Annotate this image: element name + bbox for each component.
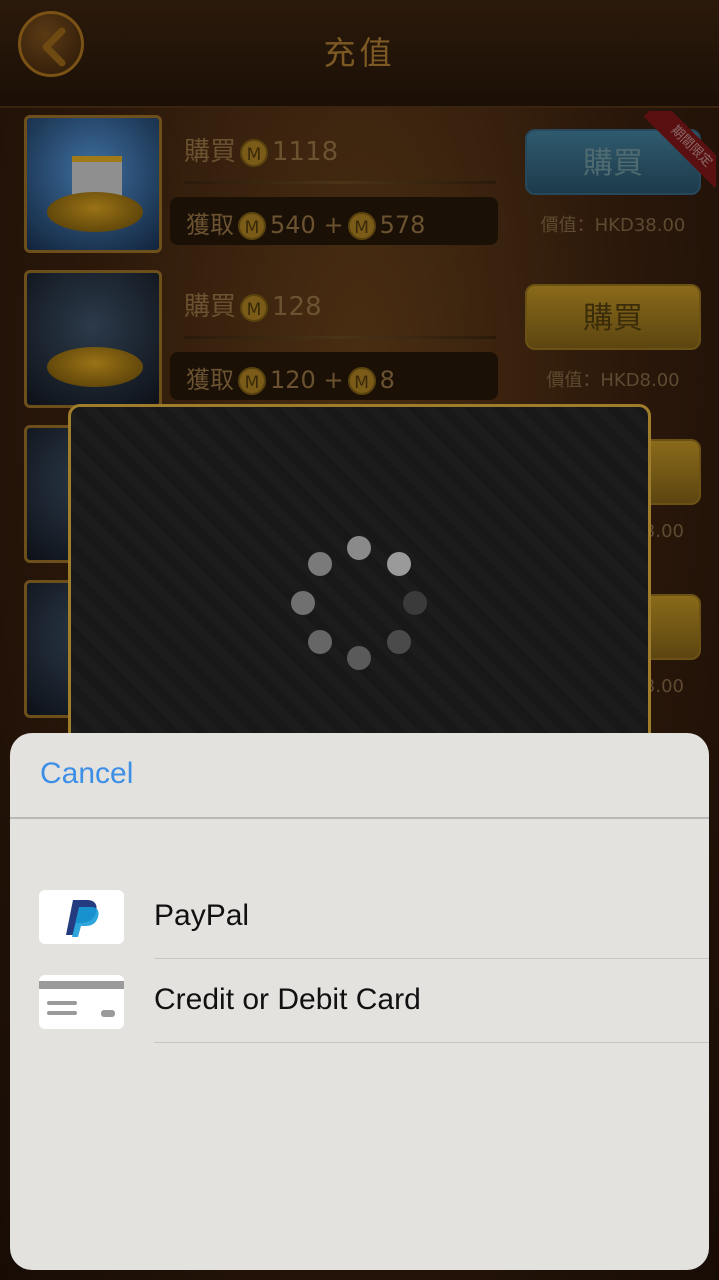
payment-option-label: Credit or Debit Card: [154, 983, 421, 1016]
coin-icon: M: [347, 212, 376, 240]
buy-button[interactable]: 購買: [525, 284, 701, 350]
payment-option-paypal[interactable]: PayPal: [10, 875, 709, 959]
divider: [184, 181, 496, 184]
spinner-dot: [347, 646, 371, 670]
coin-icon: M: [240, 138, 269, 167]
buy-label: 購買: [184, 137, 237, 167]
product-image-gift: [24, 115, 162, 253]
spinner-dot: [347, 536, 371, 560]
payment-action-sheet: Cancel PayPal Credit or Debit Card: [10, 733, 709, 1270]
get-bonus: 578: [379, 211, 426, 239]
payment-option-card[interactable]: Credit or Debit Card: [10, 959, 709, 1043]
paypal-icon: [39, 890, 124, 944]
coin-icon: M: [347, 367, 376, 395]
product-image-coins: [24, 270, 162, 408]
get-label: 獲取: [186, 366, 234, 394]
plus-sign: +: [323, 366, 344, 394]
coin-icon: M: [238, 367, 266, 395]
product-row: 購買 M 128 獲取 M 120 + M 8 購買 價值：HKD8.00: [0, 270, 719, 420]
payment-option-label: PayPal: [154, 899, 250, 932]
coin-pile-icon: [47, 347, 143, 387]
get-bonus: 8: [379, 366, 395, 394]
spinner-dot: [387, 552, 411, 576]
divider: [184, 336, 496, 339]
divider: [10, 817, 709, 819]
spinner-dot: [403, 591, 427, 615]
buy-amount: 1118: [272, 137, 339, 167]
top-bar: 充值: [0, 0, 719, 108]
get-amount-line: 獲取 M 540 + M 578: [170, 197, 498, 245]
product-row: 購買 M 1118 獲取 M 540 + M 578 購買 期間限定 價值：HKD38.00: [0, 111, 719, 265]
card-icon: [39, 975, 124, 1029]
spinner-dot: [308, 630, 332, 654]
page-title: 充值: [323, 34, 396, 72]
spinner-dot: [387, 630, 411, 654]
buy-amount: 128: [272, 292, 322, 322]
coin-icon: M: [240, 293, 269, 322]
get-label: 獲取: [186, 211, 234, 239]
get-base: 120: [270, 366, 316, 394]
buy-label: 購買: [184, 292, 237, 322]
get-amount-line: 獲取 M 120 + M 8: [170, 352, 498, 400]
plus-sign: +: [323, 211, 344, 239]
spinner-dot: [308, 552, 332, 576]
ribbon-label: 期間限定: [643, 111, 716, 187]
cancel-button[interactable]: Cancel: [40, 757, 133, 791]
divider: [154, 1042, 709, 1043]
get-base: 540: [270, 211, 316, 239]
buy-amount-line: 購買 M 1118: [184, 131, 338, 168]
coin-pile-icon: [47, 192, 143, 232]
loading-spinner-icon: [288, 536, 428, 678]
price-label: 價值：HKD8.00: [546, 370, 680, 391]
price-label: 價值：HKD38.00: [540, 215, 686, 236]
spinner-dot: [291, 591, 315, 615]
limited-time-ribbon: 期間限定: [640, 111, 716, 187]
buy-amount-line: 購買 M 128: [184, 286, 322, 323]
coin-icon: M: [238, 212, 266, 240]
